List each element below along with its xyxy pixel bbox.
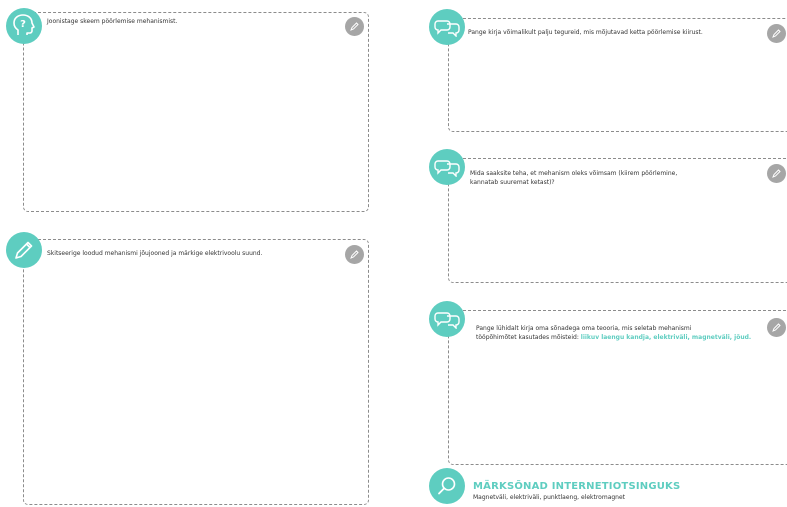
edit-pencil-icon[interactable] [345, 17, 364, 36]
speech-bubbles-icon [429, 301, 465, 337]
prompt-text: Pange lühidalt kirja oma sõnadega oma te… [476, 324, 751, 342]
pencil-icon [6, 232, 42, 268]
edit-pencil-icon[interactable] [767, 164, 786, 183]
prompt-line-1: Pange lühidalt kirja oma sõnadega oma te… [476, 325, 692, 332]
question-head-icon: ? [6, 8, 42, 44]
edit-pencil-icon[interactable] [345, 245, 364, 264]
speech-bubbles-icon [429, 149, 465, 185]
prompt-prefix: tööpõhimõtet kasutades mõisteid: [476, 334, 581, 341]
prompt-text: Pange kirja võimalikult palju tegureid, … [468, 29, 703, 36]
prompt-text: Mida saaksite teha, et mehanism oleks võ… [470, 169, 677, 187]
answer-box-field-lines[interactable] [23, 239, 369, 505]
speech-bubbles-icon [429, 9, 465, 45]
prompt-line-1: Mida saaksite teha, et mehanism oleks võ… [470, 170, 678, 177]
highlighted-terms: liikuv laengu kandja, elektriväli, magne… [580, 334, 752, 341]
edit-pencil-icon[interactable] [767, 318, 786, 337]
prompt-line-2: tööpõhimõtet kasutades mõisteid: liikuv … [476, 333, 751, 342]
magnifier-icon [429, 468, 465, 504]
prompt-line-2: kannatab suuremat ketast)? [470, 179, 555, 186]
edit-pencil-icon[interactable] [767, 24, 786, 43]
keywords-title: MÄRKSÕNAD INTERNETIOTSINGUKS [473, 481, 681, 492]
svg-text:?: ? [20, 19, 26, 30]
prompt-text: Skitseerige loodud mehanismi jõujooned j… [47, 250, 263, 257]
answer-box-mechanism-diagram[interactable] [23, 12, 369, 212]
keywords-text: Magnetväli, elektriväli, punktlaeng, ele… [473, 494, 626, 501]
prompt-text: Joonistage skeem pöörlemise mehanismist. [47, 18, 178, 25]
